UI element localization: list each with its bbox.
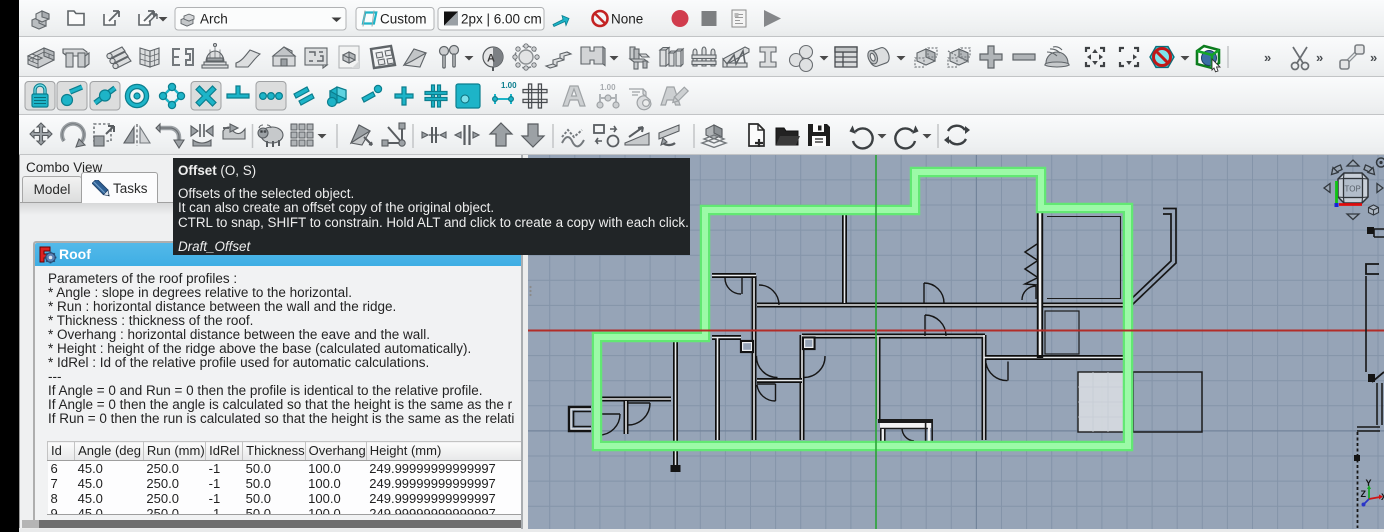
svg-text:1.00: 1.00	[600, 83, 616, 92]
svg-text:TOP: TOP	[1345, 185, 1361, 194]
svg-text:Arch: Arch	[200, 12, 228, 27]
svg-text:»: »	[1264, 50, 1271, 65]
svg-text:2px | 6.00 cm: 2px | 6.00 cm	[461, 12, 542, 27]
svg-text:1.00: 1.00	[501, 81, 517, 90]
svg-text:»: »	[1370, 50, 1377, 65]
svg-text:Custom: Custom	[380, 12, 427, 27]
svg-text:None: None	[611, 12, 643, 27]
svg-text:Z: Z	[1361, 489, 1367, 499]
svg-text:»: »	[1316, 50, 1323, 65]
svg-text:A: A	[487, 53, 495, 65]
